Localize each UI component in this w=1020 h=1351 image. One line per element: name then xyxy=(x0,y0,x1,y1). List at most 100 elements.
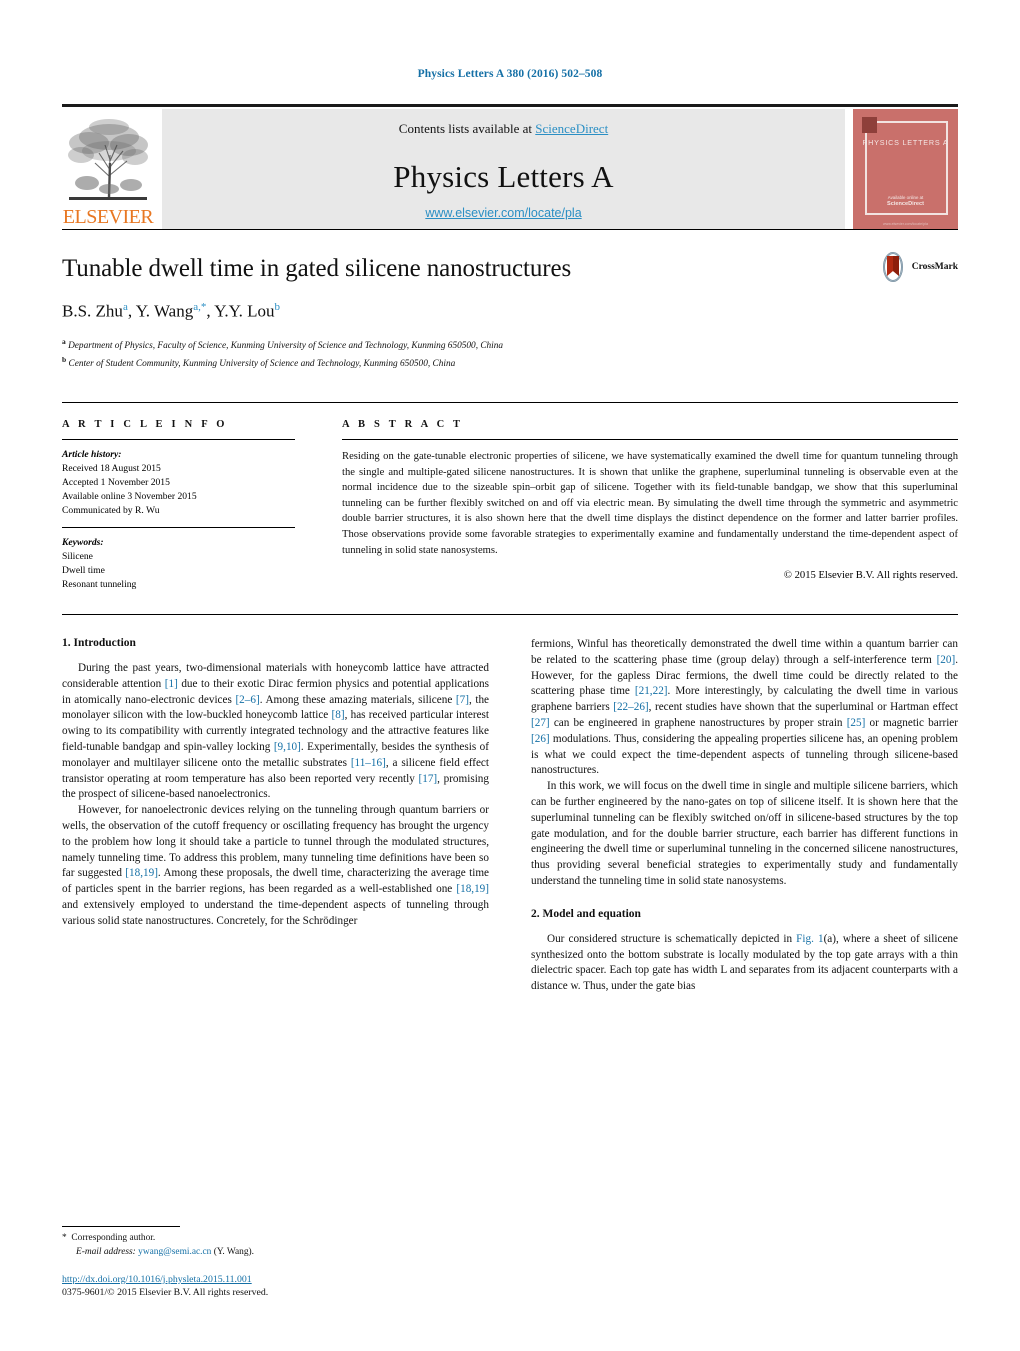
corresponding-author-line: * Corresponding author. xyxy=(62,1232,489,1246)
citation-ref[interactable]: [18,19] xyxy=(456,883,489,895)
cover-title: PHYSICS LETTERS A xyxy=(862,138,949,147)
keyword-item: Dwell time xyxy=(62,565,105,576)
footnote-rule xyxy=(62,1226,180,1227)
elsevier-wordmark: ELSEVIER xyxy=(62,207,154,227)
abstract-column: A B S T R A C T Residing on the gate-tun… xyxy=(317,419,958,592)
article-history-item: Received 18 August 2015 xyxy=(62,463,161,474)
text-run: fermions, Winful has theoretically demon… xyxy=(531,638,958,666)
section-heading-model: 2. Model and equation xyxy=(531,907,641,920)
abstract-heading: A B S T R A C T xyxy=(342,419,464,430)
affiliation-text: Department of Physics, Faculty of Scienc… xyxy=(68,340,504,351)
footnote-block: * Corresponding author. E-mail address: … xyxy=(62,1226,489,1299)
email-label: E-mail address: xyxy=(76,1246,136,1257)
citation-ref[interactable]: [27] xyxy=(531,717,550,729)
text-run: modulations. Thus, considering the appea… xyxy=(531,732,958,777)
citation-ref[interactable]: [22–26] xyxy=(613,701,648,713)
abstract-text: Residing on the gate-tunable electronic … xyxy=(342,451,958,556)
journal-title: Physics Letters A xyxy=(393,159,614,194)
abstract-copyright: © 2015 Elsevier B.V. All rights reserved… xyxy=(783,570,958,582)
article-info-rule xyxy=(62,439,295,440)
keywords-block: Keywords: Silicene Dwell time Resonant t… xyxy=(62,536,295,592)
author-marks: b xyxy=(274,301,281,313)
text-run: , recent studies have shown that the sup… xyxy=(648,701,958,714)
text-run: or magnetic barrier xyxy=(865,716,958,729)
citation-ref[interactable]: [1] xyxy=(165,678,178,690)
crossmark-icon xyxy=(882,252,903,282)
running-head: Physics Letters A 380 (2016) 502–508 xyxy=(417,68,603,80)
affiliation-list: a Department of Physics, Faculty of Scie… xyxy=(62,335,958,372)
citation-ref[interactable]: [21,22] xyxy=(635,685,668,697)
cover-badge-icon xyxy=(862,117,877,133)
page-title: Tunable dwell time in gated silicene nan… xyxy=(62,255,572,282)
crossmark-label: CrossMark xyxy=(911,262,958,272)
article-history-item: Communicated by R. Wu xyxy=(62,505,160,516)
citation-ref[interactable]: [17] xyxy=(419,773,438,785)
keyword-item: Resonant tunneling xyxy=(62,579,137,590)
cover-foot-brand: ScienceDirect xyxy=(886,201,924,207)
affiliation-item: a Department of Physics, Faculty of Scie… xyxy=(62,335,958,354)
journal-homepage-link[interactable]: www.elsevier.com/locate/pla xyxy=(162,206,845,220)
keyword-item: Silicene xyxy=(62,551,93,562)
author-list: B.S. Zhua, Y. Wanga,*, Y.Y. Loub xyxy=(62,301,281,321)
text-run: and extensively employed to understand t… xyxy=(62,898,489,927)
info-abstract-row: A R T I C L E I N F O Article history: R… xyxy=(62,403,958,592)
elsevier-logo: ELSEVIER xyxy=(62,109,154,229)
article-history-heading: Article history: xyxy=(62,449,122,460)
contents-line: Contents lists available at ScienceDirec… xyxy=(399,121,608,137)
body-column-left: 1. Introduction During the past years, t… xyxy=(62,637,489,995)
banner-center: Contents lists available at ScienceDirec… xyxy=(162,109,845,229)
keywords-heading: Keywords: xyxy=(62,537,104,548)
abstract-rule xyxy=(342,439,958,440)
paper-page: Physics Letters A 380 (2016) 502–508 ELS… xyxy=(0,0,1020,1351)
author-marks: a,* xyxy=(193,301,207,313)
body-column-right: fermions, Winful has theoretically demon… xyxy=(531,637,958,995)
title-block: Tunable dwell time in gated silicene nan… xyxy=(62,230,958,384)
citation-ref[interactable]: [11–16] xyxy=(351,757,386,769)
text-run: Our considered structure is schematicall… xyxy=(547,932,797,945)
elsevier-tree-icon xyxy=(65,115,151,207)
author-name: Y.Y. Lou xyxy=(214,301,275,321)
cover-art: PHYSICS LETTERS A Available online at Sc… xyxy=(853,109,958,229)
keywords-rule xyxy=(62,527,295,528)
citation-ref[interactable]: [25] xyxy=(847,717,866,729)
figure-ref[interactable]: Fig. 1 xyxy=(796,933,823,945)
citation-ref[interactable]: [26] xyxy=(531,733,550,745)
citation-ref[interactable]: [20] xyxy=(937,654,956,666)
paragraph: In this work, we will focus on the dwell… xyxy=(531,780,958,887)
citation-ref[interactable]: [8] xyxy=(332,709,345,721)
cover-foot: Available online at ScienceDirect xyxy=(853,195,958,207)
citation-ref[interactable]: [7] xyxy=(456,694,469,706)
corresponding-author-text: Corresponding author. xyxy=(71,1233,156,1243)
cover-foot-small: Available online at xyxy=(887,195,924,200)
author-marks: a xyxy=(122,301,128,313)
section-heading-introduction: 1. Introduction xyxy=(62,637,136,649)
author-name: B.S. Zhu xyxy=(62,301,123,321)
doi-link[interactable]: http://dx.doi.org/10.1016/j.physleta.201… xyxy=(62,1273,489,1286)
sciencedirect-link[interactable]: ScienceDirect xyxy=(535,121,608,136)
affiliation-mark: a xyxy=(62,336,66,346)
citation-ref[interactable]: [9,10] xyxy=(274,741,301,753)
article-history-item: Accepted 1 November 2015 xyxy=(62,477,170,488)
paragraph: fermions, Winful has theoretically demon… xyxy=(531,637,958,779)
author-name: Y. Wang xyxy=(135,301,194,321)
paragraph: Our considered structure is schematicall… xyxy=(531,932,958,995)
affiliation-item: b Center of Student Community, Kunming U… xyxy=(62,353,958,372)
paragraph: During the past years, two-dimensional m… xyxy=(62,661,489,803)
footnote-star: * xyxy=(62,1233,67,1243)
email-suffix: (Y. Wang). xyxy=(211,1246,255,1257)
article-info-column: A R T I C L E I N F O Article history: R… xyxy=(62,419,317,592)
body-columns: 1. Introduction During the past years, t… xyxy=(62,615,958,995)
email-link[interactable]: ywang@semi.ac.cn xyxy=(138,1247,211,1257)
journal-banner: ELSEVIER Contents lists available at Sci… xyxy=(62,109,958,229)
paragraph: However, for nanoelectronic devices rely… xyxy=(62,803,489,929)
crossmark-badge[interactable]: CrossMark xyxy=(878,252,958,282)
citation-ref[interactable]: [2–6] xyxy=(235,694,259,706)
doi-block: http://dx.doi.org/10.1016/j.physleta.201… xyxy=(62,1273,489,1299)
citation-ref[interactable]: [18,19] xyxy=(125,867,158,879)
journal-cover-thumbnail: PHYSICS LETTERS A Available online at Sc… xyxy=(853,109,958,229)
affiliation-mark: b xyxy=(62,355,67,365)
email-line: E-mail address: ywang@semi.ac.cn (Y. Wan… xyxy=(62,1246,489,1260)
cover-bottom-url: www.elsevier.com/locate/pla xyxy=(883,222,928,226)
issn-copyright-line: 0375-9601/© 2015 Elsevier B.V. All right… xyxy=(62,1287,269,1298)
article-info-heading: A R T I C L E I N F O xyxy=(62,419,228,430)
